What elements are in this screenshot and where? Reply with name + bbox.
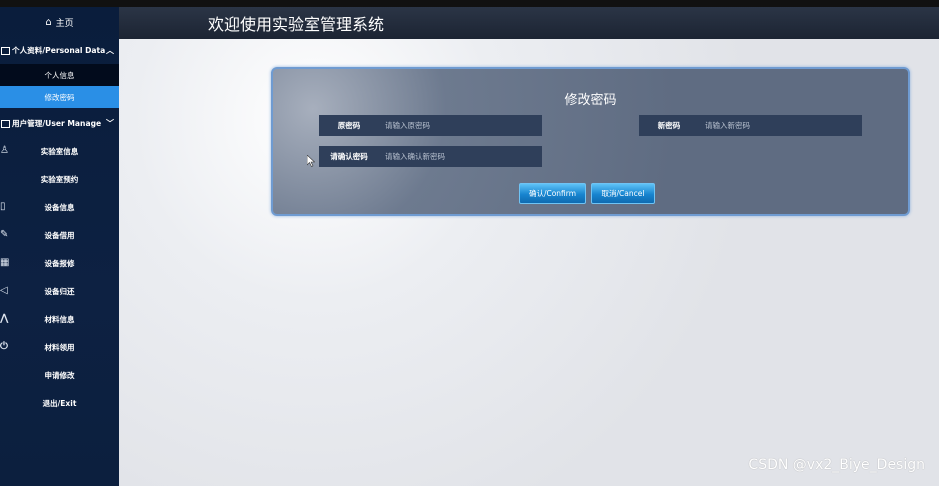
cancel-button[interactable]: 取消/Cancel xyxy=(591,183,655,204)
form-title: 修改密码 xyxy=(564,93,617,108)
confirm-password-input[interactable] xyxy=(379,146,542,167)
old-password-input[interactable] xyxy=(379,115,542,136)
monitor-icon xyxy=(1,119,10,128)
sidebar-section-label: 个人资料/Personal Data xyxy=(12,46,106,55)
sidebar-item-label: 个人信息 xyxy=(44,70,75,80)
sidebar-item-device-repair[interactable]: ▦ 设备报修 xyxy=(0,249,119,277)
sidebar-item-label: 修改密码 xyxy=(44,92,75,102)
main-content: 修改密码 原密码 新密码 请确认密码 确认/Confirm 取消/Cancel xyxy=(119,39,939,486)
sidebar-item-label: 主页 xyxy=(55,18,74,29)
sidebar-item-label: 设备信息 xyxy=(44,202,75,212)
grid-icon: ▦ xyxy=(0,257,10,268)
watermark: CSDN @vx2_Biye_Design xyxy=(748,457,925,473)
sidebar-item-label: 设备报修 xyxy=(44,258,75,268)
chart-icon: ⋀ xyxy=(0,313,9,324)
header: 欢迎使用实验室管理系统 xyxy=(119,7,939,39)
user-icon: ♙ xyxy=(0,145,9,156)
sidebar-item-label: 退出/Exit xyxy=(42,398,77,408)
old-password-field: 原密码 xyxy=(319,115,542,136)
chevron-up-icon: ︿ xyxy=(106,46,114,55)
sidebar: ⌂ 主页 个人资料/Personal Data ︿ 个人信息 修改密码 用户管理… xyxy=(0,7,119,486)
sidebar-item-apply-modify[interactable]: 申请修改 xyxy=(0,361,119,389)
sidebar-item-lab-info[interactable]: ♙ 实验室信息 xyxy=(0,137,119,165)
old-password-label: 原密码 xyxy=(337,121,361,130)
sidebar-item-label: 申请修改 xyxy=(44,370,75,380)
sidebar-item-label: 材料信息 xyxy=(44,314,75,324)
sidebar-item-label: 实验室预约 xyxy=(40,174,79,184)
confirm-password-field: 请确认密码 xyxy=(319,146,542,167)
new-password-field: 新密码 xyxy=(639,115,862,136)
home-icon: ⌂ xyxy=(45,16,52,28)
sidebar-item-lab-booking[interactable]: 实验室预约 xyxy=(0,165,119,193)
sidebar-item-label: 设备归还 xyxy=(44,286,75,296)
page-title: 欢迎使用实验室管理系统 xyxy=(208,15,385,34)
sidebar-item-material-info[interactable]: ⋀ 材料信息 xyxy=(0,305,119,333)
new-password-input[interactable] xyxy=(699,115,862,136)
sidebar-item-change-password[interactable]: 修改密码 xyxy=(0,86,119,108)
sidebar-submenu-personal: 个人信息 修改密码 xyxy=(0,64,119,108)
sidebar-item-label: 设备借用 xyxy=(44,230,75,240)
pen-icon: ✎ xyxy=(0,229,9,240)
sidebar-item-device-info[interactable]: ▯ 设备信息 xyxy=(0,193,119,221)
change-password-panel: 修改密码 原密码 新密码 请确认密码 确认/Confirm 取消/Cancel xyxy=(271,67,910,216)
sidebar-item-exit[interactable]: 退出/Exit xyxy=(0,389,119,417)
sidebar-item-device-return[interactable]: ◁ 设备归还 xyxy=(0,277,119,305)
confirm-password-label: 请确认密码 xyxy=(330,152,368,161)
top-strip xyxy=(0,0,939,7)
sidebar-section-personal[interactable]: 个人资料/Personal Data ︿ xyxy=(0,37,119,64)
sidebar-item-personal-info[interactable]: 个人信息 xyxy=(0,64,119,86)
confirm-button[interactable]: 确认/Confirm xyxy=(519,183,586,204)
profile-icon xyxy=(1,46,10,55)
sidebar-item-label: 材料领用 xyxy=(44,342,75,352)
sidebar-item-label: 实验室信息 xyxy=(40,146,79,156)
sidebar-section-user-manage[interactable]: 用户管理/User Manage ﹀ xyxy=(0,110,119,137)
sidebar-item-material-use[interactable]: ⏻ 材料领用 xyxy=(0,333,119,361)
new-password-label: 新密码 xyxy=(657,121,681,130)
sidebar-item-home[interactable]: ⌂ 主页 xyxy=(0,7,119,37)
sidebar-section-label: 用户管理/User Manage xyxy=(12,119,102,128)
chevron-down-icon: ﹀ xyxy=(106,119,114,128)
send-icon: ◁ xyxy=(0,285,8,296)
sidebar-item-device-borrow[interactable]: ✎ 设备借用 xyxy=(0,221,119,249)
power-icon: ⏻ xyxy=(0,341,8,352)
columns-icon: ▯ xyxy=(0,201,6,212)
